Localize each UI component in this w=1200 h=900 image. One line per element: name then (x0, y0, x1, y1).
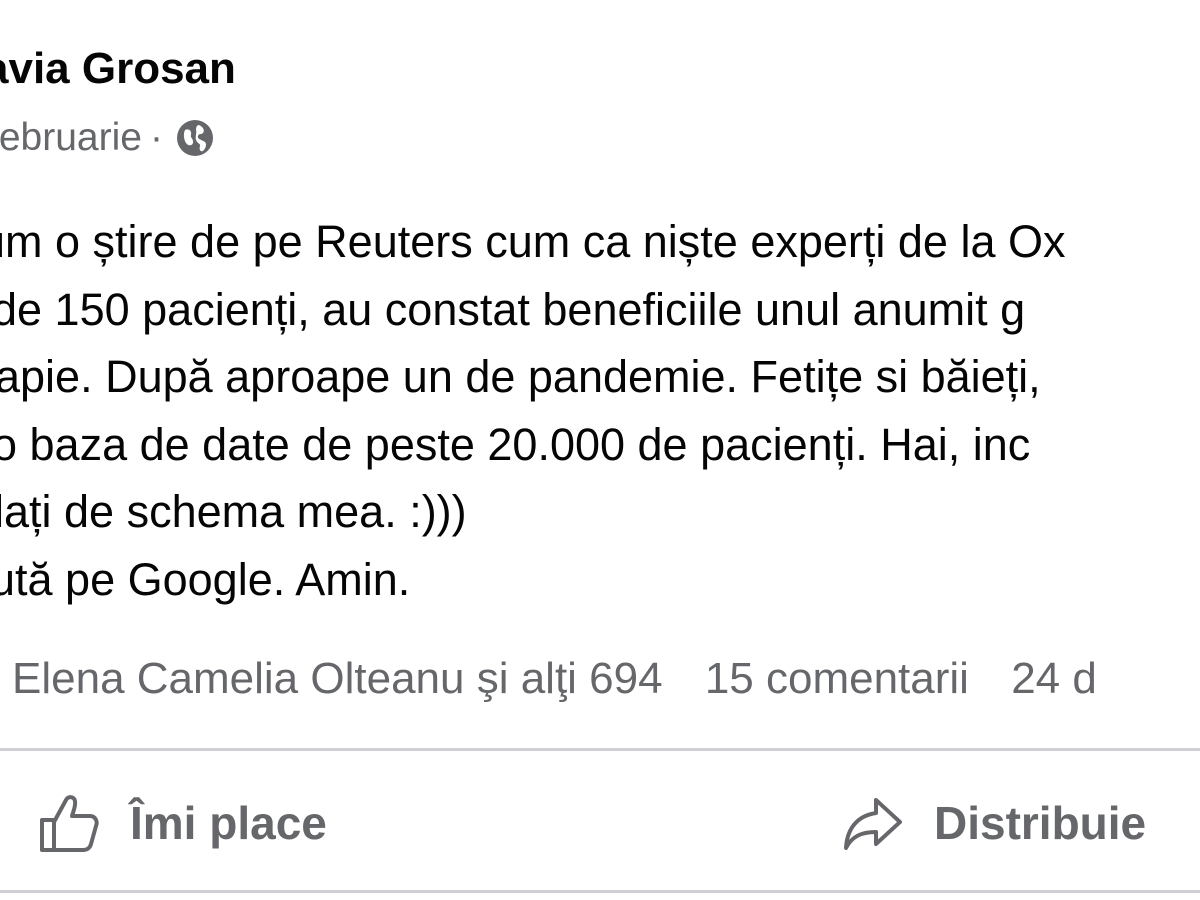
comments-count[interactable]: 15 comentarii (705, 654, 969, 703)
post-text-line: um o știre de pe Reuters cum ca niște ex… (0, 216, 1066, 267)
post-text-line: lați de schema mea. :))) (0, 486, 467, 537)
shares-count[interactable]: 24 d (1011, 654, 1097, 703)
share-button[interactable]: Distribuie (840, 790, 1146, 856)
share-arrow-icon (844, 798, 902, 850)
post-text-line: o baza de date de peste 20.000 de pacien… (0, 418, 1031, 470)
reactions-count[interactable]: Elena Camelia Olteanu şi alţi 694 (12, 654, 663, 703)
post-text-line: rapie. După aproape un de pandemie. Feti… (0, 351, 1041, 402)
meta-separator: · (149, 116, 163, 159)
thumbs-up-icon (40, 795, 99, 852)
post-text-line: ută pe Google. Amin. (0, 553, 411, 605)
post-text-line: de 150 pacienți, au constat beneficiile … (0, 283, 1026, 335)
divider (0, 748, 1200, 751)
post-meta: februarie · (0, 116, 215, 160)
like-label: Îmi place (130, 797, 327, 849)
post-stats: Elena Camelia Olteanu şi alţi 694 15 com… (12, 654, 1127, 704)
globe-icon[interactable] (175, 118, 215, 158)
post-author-name[interactable]: avia Grosan (0, 44, 236, 94)
divider (0, 890, 1200, 893)
like-button[interactable]: Îmi place (36, 790, 327, 856)
share-label: Distribuie (934, 797, 1147, 849)
facebook-post: avia Grosan februarie · um o știre de pe… (0, 0, 1200, 900)
post-body: um o știre de pe Reuters cum ca niște ex… (0, 208, 1066, 613)
post-date[interactable]: februarie (0, 116, 142, 160)
